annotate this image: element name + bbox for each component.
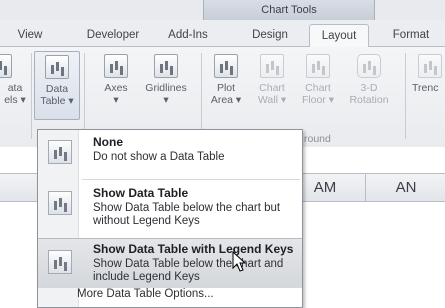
data-table-label-2: Table ▾ xyxy=(40,95,74,107)
chart-floor-button[interactable]: Chart Floor ▾ xyxy=(296,54,340,106)
tab-design[interactable]: Design xyxy=(240,24,300,46)
data-table-label-1: Data xyxy=(45,83,69,95)
chart-floor-label-2: Floor ▾ xyxy=(301,94,335,106)
ribbon-separator xyxy=(84,53,85,139)
menu-item-show-data-table[interactable]: Show Data Table Show Data Table below th… xyxy=(38,181,302,235)
column-header-an[interactable]: AN xyxy=(365,174,445,201)
tab-add-ins[interactable]: Add-Ins xyxy=(160,24,216,46)
tab-developer[interactable]: Developer xyxy=(78,24,148,46)
chart-floor-label-1: Chart xyxy=(305,82,331,94)
chart-wall-icon xyxy=(260,54,284,78)
no-data-table-icon xyxy=(48,140,72,164)
axes-label-1: Axes xyxy=(104,82,128,94)
ribbon-separator xyxy=(31,53,32,139)
menu-separator xyxy=(82,179,300,180)
gridlines-icon xyxy=(154,54,178,78)
chart-wall-button[interactable]: Chart Wall ▾ xyxy=(250,54,294,106)
data-labels-label-2: els ▾ xyxy=(4,94,26,106)
mouse-cursor-icon xyxy=(232,251,247,272)
tab-format[interactable]: Format xyxy=(383,24,439,46)
menu-item-none[interactable]: None Do not show a Data Table xyxy=(38,130,302,178)
menu-item-description: Show Data Table below the chart but with… xyxy=(93,202,281,227)
trendline-icon xyxy=(418,54,442,78)
menu-item-description: Do not show a Data Table xyxy=(93,151,225,163)
data-table-dropdown-menu: None Do not show a Data Table Show Data … xyxy=(37,129,303,308)
more-data-table-options-item[interactable]: More Data Table Options... xyxy=(77,288,214,300)
data-labels-icon xyxy=(0,54,12,78)
axes-button[interactable]: Axes ▾ xyxy=(96,54,136,106)
axes-icon xyxy=(104,54,128,78)
menu-item-show-data-table-legend-keys[interactable]: Show Data Table with Legend Keys Show Da… xyxy=(38,238,302,288)
axes-label-2: ▾ xyxy=(113,94,119,106)
plot-area-button[interactable]: Plot Area ▾ xyxy=(204,54,248,106)
data-table-icon xyxy=(48,191,72,215)
3d-rotation-label-1: 3-D xyxy=(360,82,378,94)
chart-wall-label-1: Chart xyxy=(259,82,285,94)
3d-rotation-icon xyxy=(357,54,381,78)
trendline-label-1: Trenc xyxy=(412,82,439,94)
gridlines-label-1: Gridlines xyxy=(145,82,187,94)
plot-area-label-1: Plot xyxy=(216,82,236,94)
ribbon-separator xyxy=(201,53,202,139)
menu-item-title: Show Data Table with Legend Keys xyxy=(93,242,294,256)
chart-wall-label-2: Wall ▾ xyxy=(257,94,287,106)
chart-floor-icon xyxy=(306,54,330,78)
data-table-legend-keys-icon xyxy=(48,250,72,274)
data-table-button[interactable]: Data Table ▾ xyxy=(34,51,80,120)
chart-tools-text: Chart Tools xyxy=(261,4,317,16)
menu-item-title: None xyxy=(93,135,123,149)
menu-item-title: Show Data Table xyxy=(93,186,189,200)
ribbon-group-label: round xyxy=(304,133,331,145)
plot-area-icon xyxy=(214,54,238,78)
menu-item-description: Show Data Table below the chart and incl… xyxy=(93,258,284,283)
data-labels-label-1: ata xyxy=(7,82,23,94)
tab-layout[interactable]: Layout xyxy=(309,24,369,47)
data-labels-button[interactable]: ata els ▾ xyxy=(0,54,30,106)
data-table-icon xyxy=(45,55,69,79)
3d-rotation-label-2: Rotation xyxy=(349,94,389,106)
ribbon-tab-strip: View Developer Add-Ins Design Layout For… xyxy=(0,20,445,47)
3d-rotation-button[interactable]: 3-D Rotation xyxy=(342,54,396,106)
plot-area-label-2: Area ▾ xyxy=(210,94,242,106)
gridlines-label-2: ▾ xyxy=(163,94,169,106)
trendline-button[interactable]: Trenc xyxy=(412,54,445,94)
gridlines-button[interactable]: Gridlines ▾ xyxy=(140,54,192,106)
tab-view[interactable]: View xyxy=(8,24,52,46)
chart-tools-context-label: Chart Tools xyxy=(203,0,375,20)
ribbon-separator xyxy=(405,53,406,139)
